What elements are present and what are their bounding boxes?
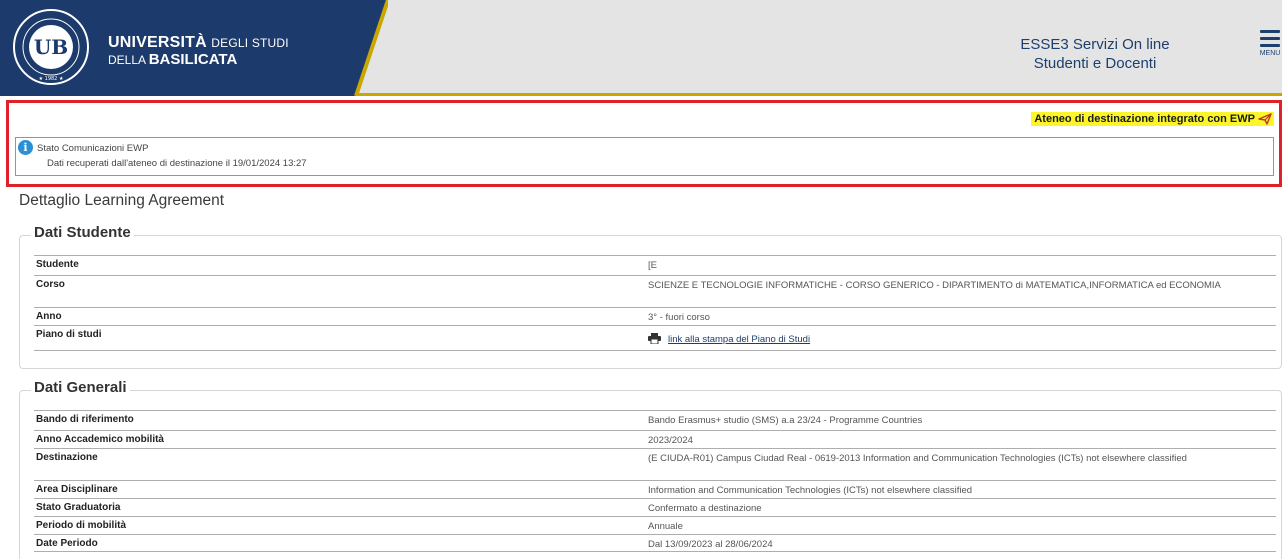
portal-title: ESSE3 Servizi On line Studenti e Docenti (1020, 36, 1170, 72)
table-row: Anno 3° - fuori corso (34, 307, 1276, 325)
printer-icon (648, 333, 661, 344)
section-legend: Dati Studente (31, 224, 134, 241)
row-label: Bando di riferimento (36, 414, 134, 425)
row-value: Annuale (648, 521, 683, 532)
print-study-plan-link[interactable]: link alla stampa del Piano di Studi (668, 334, 810, 345)
ewp-integrated-badge: Ateneo di destinazione integrato con EWP (1031, 112, 1274, 127)
row-label: Date Periodo (36, 538, 98, 549)
row-value: 2023/2024 (648, 435, 693, 446)
table-row: Anno Accademico mobilità 2023/2024 (34, 430, 1276, 448)
section-legend: Dati Generali (31, 379, 130, 396)
site-header: UB ★ 1982 ★ UNIVERSITÀ DEGLI STUDI DELLA… (0, 0, 1282, 96)
row-label: Area Disciplinare (36, 484, 118, 495)
row-value: Dal 13/09/2023 al 28/06/2024 (648, 539, 773, 550)
dati-generali-table: Bando di riferimento Bando Erasmus+ stud… (34, 410, 1276, 552)
svg-text:★ 1982 ★: ★ 1982 ★ (39, 76, 64, 82)
table-row: Date Periodo Dal 13/09/2023 al 28/06/202… (34, 534, 1276, 552)
ewp-status-detail: Dati recuperati dall'ateneo di destinazi… (47, 158, 307, 169)
row-label: Destinazione (36, 452, 98, 463)
dati-studente-section: Dati Studente Studente [E Corso SCIENZE … (19, 224, 1282, 369)
table-row: Stato Graduatoria Confermato a destinazi… (34, 498, 1276, 516)
table-row: Studente [E (34, 255, 1276, 275)
row-value: [E (648, 260, 657, 271)
hamburger-icon (1260, 30, 1280, 33)
university-name-line1: UNIVERSITÀ DEGLI STUDI (108, 34, 289, 51)
table-row: Area Disciplinare Information and Commun… (34, 480, 1276, 498)
ewp-status-box: i Stato Comunicazioni EWP Dati recuperat… (15, 137, 1274, 176)
row-value: (E CIUDA-R01) Campus Ciudad Real - 0619-… (648, 453, 1187, 464)
university-name-line2: DELLA BASILICATA (108, 51, 238, 68)
table-row: Bando di riferimento Bando Erasmus+ stud… (34, 410, 1276, 430)
row-label: Anno (36, 311, 62, 322)
row-label: Piano di studi (36, 329, 102, 340)
table-row: Corso SCIENZE E TECNOLOGIE INFORMATICHE … (34, 275, 1276, 307)
university-seal-icon: UB ★ 1982 ★ (13, 9, 89, 85)
dati-studente-table: Studente [E Corso SCIENZE E TECNOLOGIE I… (34, 255, 1276, 351)
ewp-highlight-frame: Ateneo di destinazione integrato con EWP… (6, 100, 1282, 187)
row-label: Periodo di mobilità (36, 520, 127, 531)
page-title: Dettaglio Learning Agreement (19, 192, 225, 209)
row-value: SCIENZE E TECNOLOGIE INFORMATICHE - CORS… (648, 280, 1221, 291)
menu-button[interactable]: MENU (1258, 30, 1282, 57)
menu-label: MENU (1259, 50, 1281, 57)
row-value: link alla stampa del Piano di Studi (648, 333, 1228, 346)
dati-generali-section: Dati Generali Bando di riferimento Bando… (19, 379, 1282, 559)
table-row: Periodo di mobilità Annuale (34, 516, 1276, 534)
row-label: Anno Accademico mobilità (36, 434, 164, 445)
row-label: Stato Graduatoria (36, 502, 121, 513)
table-row: Destinazione (E CIUDA-R01) Campus Ciudad… (34, 448, 1276, 480)
row-value: Confermato a destinazione (648, 503, 762, 514)
table-row: Piano di studi link alla stampa del Pian… (34, 325, 1276, 351)
ewp-status-title: Stato Comunicazioni EWP (37, 143, 149, 154)
svg-text:UB: UB (34, 35, 68, 59)
row-value: Information and Communication Technologi… (648, 485, 973, 496)
paper-plane-icon (1258, 113, 1272, 125)
row-label: Corso (36, 279, 65, 290)
info-icon: i (18, 140, 33, 155)
row-value: 3° - fuori corso (648, 312, 710, 323)
row-value: Bando Erasmus+ studio (SMS) a.a 23/24 - … (648, 415, 923, 426)
row-label: Studente (36, 259, 79, 270)
university-logo[interactable]: UB ★ 1982 ★ UNIVERSITÀ DEGLI STUDI DELLA… (0, 0, 388, 96)
